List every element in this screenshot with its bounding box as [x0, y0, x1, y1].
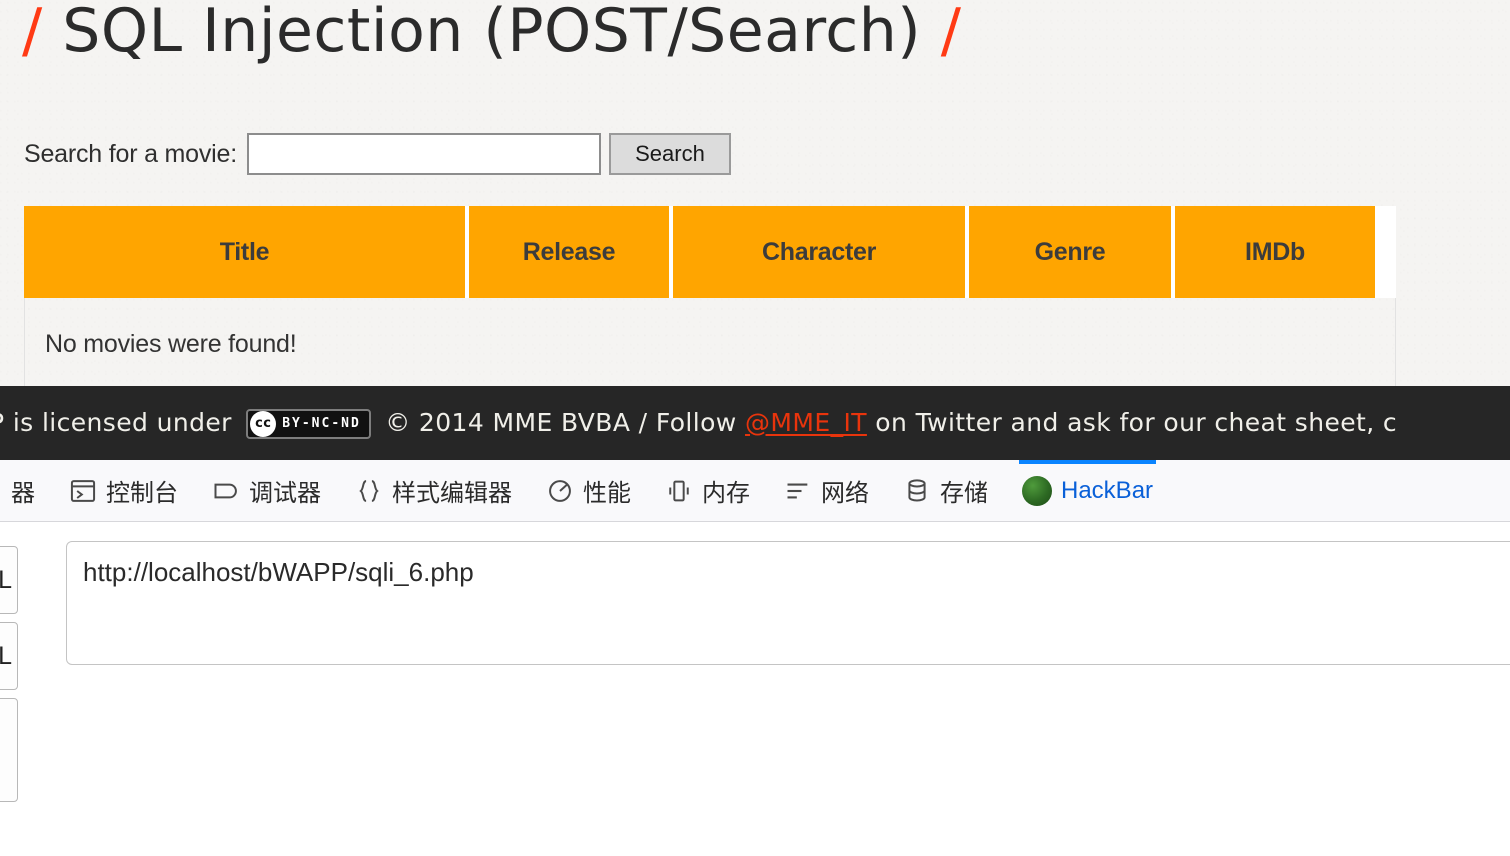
tab-performance[interactable]: 性能 [529, 460, 648, 521]
no-results-message: No movies were found! [45, 329, 297, 358]
title-slash-left: / [22, 0, 43, 66]
cc-license-label: BY-NC-ND [282, 416, 361, 431]
tab-storage-label: 存储 [940, 480, 988, 507]
tab-inspector-label: 器 [11, 480, 35, 507]
split-url-button[interactable]: RL [0, 622, 18, 690]
tab-memory[interactable]: 内存 [648, 460, 767, 521]
footer-text-before: P is licensed under [0, 407, 232, 437]
tab-style-editor[interactable]: 样式编辑器 [338, 460, 529, 521]
twitter-link[interactable]: @MME_IT [745, 408, 867, 437]
devtools-panel: 器 控制台 调试器 样式编辑器 性能 内存 网络 存储 HackBar http… [0, 460, 1510, 856]
footer-text-after: on Twitter and ask for our cheat sheet, … [875, 407, 1398, 437]
url-textarea[interactable]: http://localhost/bWAPP/sqli_6.php [66, 541, 1510, 665]
screen: / SQL Injection (POST/Search) / Search f… [0, 0, 1510, 856]
title-slash-right: / [940, 0, 962, 66]
column-header-genre: Genre [969, 206, 1171, 298]
bwapp-page: / SQL Injection (POST/Search) / Search f… [0, 0, 1510, 392]
table-header-row: Title Release Character Genre IMDb [24, 206, 1396, 298]
column-header-character: Character [673, 206, 965, 298]
tab-hackbar[interactable]: HackBar [1005, 460, 1170, 521]
tab-console[interactable]: 控制台 [52, 460, 195, 521]
site-footer: P is licensed under cc BY-NC-ND © 2014 M… [0, 386, 1510, 460]
execute-button[interactable] [0, 698, 18, 802]
console-icon [69, 477, 97, 505]
search-label: Search for a movie: [24, 139, 237, 168]
column-header-title: Title [24, 206, 465, 298]
tab-inspector[interactable]: 器 [0, 460, 52, 521]
movies-table: Title Release Character Genre IMDb No mo… [24, 206, 1396, 390]
tab-network-label: 网络 [821, 480, 869, 507]
footer-copyright: © 2014 MME BVBA / Follow [385, 407, 737, 437]
table-empty-row: No movies were found! [24, 298, 1396, 390]
tab-console-label: 控制台 [106, 480, 178, 507]
tab-performance-label: 性能 [583, 480, 631, 507]
tab-memory-label: 内存 [702, 480, 750, 507]
memory-icon [665, 477, 693, 505]
creative-commons-badge: cc BY-NC-ND [246, 408, 371, 439]
footer-text: P is licensed under cc BY-NC-ND © 2014 M… [0, 408, 1397, 439]
tab-debugger[interactable]: 调试器 [195, 460, 338, 521]
load-url-button[interactable]: RL [0, 546, 18, 614]
storage-icon [903, 477, 931, 505]
title-text: SQL Injection (POST/Search) [62, 0, 922, 66]
column-header-release: Release [469, 206, 669, 298]
tab-debugger-label: 调试器 [249, 480, 321, 507]
tab-style-editor-label: 样式编辑器 [392, 480, 512, 507]
tab-network[interactable]: 网络 [767, 460, 886, 521]
style-editor-icon [355, 477, 383, 505]
performance-icon [546, 477, 574, 505]
debugger-icon [212, 477, 240, 505]
search-input[interactable] [246, 133, 601, 175]
devtools-tabbar: 器 控制台 调试器 样式编辑器 性能 内存 网络 存储 HackBar [0, 460, 1510, 522]
hackbar-panel: RL RL http://localhost/bWAPP/sqli_6.php … [0, 522, 1510, 856]
column-header-imdb: IMDb [1175, 206, 1375, 298]
hackbar-icon [1022, 475, 1052, 506]
tab-storage[interactable]: 存储 [886, 460, 1005, 521]
cc-circle-icon: cc [250, 410, 277, 437]
tab-hackbar-label: HackBar [1061, 476, 1154, 504]
search-form: Search for a movie: Search [24, 133, 731, 175]
inspector-icon [0, 477, 2, 505]
page-title: / SQL Injection (POST/Search) / [22, 0, 962, 66]
network-icon [784, 477, 812, 505]
search-button[interactable]: Search [608, 133, 731, 175]
